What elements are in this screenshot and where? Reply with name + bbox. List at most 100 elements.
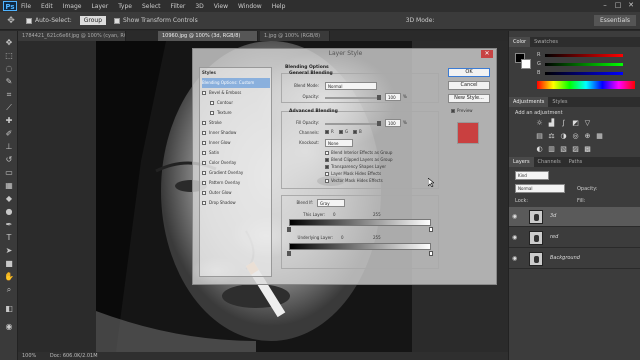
channel-r-checkbox[interactable]: R (325, 129, 334, 134)
brightness-icon[interactable]: ☼ (535, 119, 544, 128)
gradient-map-icon[interactable]: ▩ (583, 145, 592, 154)
style-item-blending-options[interactable]: Blending Options: Custom (202, 78, 270, 88)
exposure-icon[interactable]: ◩ (571, 119, 580, 128)
style-checkbox[interactable] (202, 171, 206, 175)
opacity-input[interactable]: 100 (385, 93, 401, 101)
pen-icon[interactable]: ✒ (3, 219, 15, 230)
checkbox[interactable] (325, 172, 329, 176)
layer-name[interactable]: red (550, 234, 558, 240)
style-item-pattern-overlay[interactable]: Pattern Overlay (202, 178, 270, 188)
checkbox[interactable] (339, 130, 343, 134)
threshold-icon[interactable]: ▧ (559, 145, 568, 154)
checkbox[interactable] (325, 165, 329, 169)
visibility-eye-icon[interactable]: ◉ (512, 234, 520, 242)
visibility-eye-icon[interactable]: ◉ (512, 255, 520, 263)
selective-color-icon[interactable]: ▨ (571, 145, 580, 154)
tab-color[interactable]: Color (509, 37, 531, 47)
dodge-icon[interactable]: ● (3, 206, 15, 217)
color-balance-icon[interactable]: ⚖ (547, 132, 556, 141)
layer-row[interactable]: ◉ 3d (509, 207, 640, 227)
layer-name[interactable]: 3d (550, 213, 556, 219)
checkbox[interactable] (325, 158, 329, 162)
underlying-layer-gradient[interactable] (289, 243, 431, 250)
menu-filter[interactable]: Filter (171, 3, 186, 10)
underlying-black-handle[interactable] (287, 251, 291, 256)
style-item-outer-glow[interactable]: Outer Glow (202, 188, 270, 198)
stamp-icon[interactable]: ⊥ (3, 141, 15, 152)
styles-header[interactable]: Styles (202, 68, 270, 78)
knockout-dropdown[interactable]: None (325, 139, 353, 147)
layer-row[interactable]: ◉ red (509, 228, 640, 248)
vibrance-icon[interactable]: ▽ (583, 119, 592, 128)
opacity-slider-handle[interactable] (377, 95, 381, 100)
auto-select-dropdown[interactable]: Group (79, 16, 107, 25)
fill-opacity-slider-handle[interactable] (377, 121, 381, 126)
preview-checkbox[interactable]: Preview (451, 108, 473, 113)
show-transform-checkbox[interactable] (114, 17, 121, 24)
tab-paths[interactable]: Paths (565, 157, 587, 167)
close-window-icon[interactable]: ✕ (626, 1, 636, 10)
menu-window[interactable]: Window (238, 3, 262, 10)
opacity-slider[interactable] (325, 97, 381, 99)
style-checkbox[interactable] (202, 161, 206, 165)
minimize-icon[interactable]: – (600, 1, 610, 10)
style-checkbox[interactable] (210, 101, 214, 105)
transparency-shapes-checkbox[interactable]: Transparency Shapes Layer (325, 164, 386, 169)
layer-name[interactable]: Background (550, 255, 580, 261)
style-checkbox[interactable] (202, 151, 206, 155)
ok-button[interactable]: OK (448, 68, 490, 77)
menu-view[interactable]: View (214, 3, 228, 10)
underlying-white-handle[interactable] (429, 251, 433, 256)
style-item-contour[interactable]: Contour (202, 98, 270, 108)
checkbox[interactable] (325, 151, 329, 155)
style-item-inner-shadow[interactable]: Inner Shadow (202, 128, 270, 138)
cancel-button[interactable]: Cancel (448, 81, 490, 90)
style-checkbox[interactable] (202, 131, 206, 135)
this-layer-black-handle[interactable] (287, 227, 291, 232)
checkbox[interactable] (325, 179, 329, 183)
tab-adjustments[interactable]: Adjustments (509, 97, 549, 107)
marquee-icon[interactable]: ⬚ (3, 50, 15, 61)
gradient-icon[interactable]: ▦ (3, 180, 15, 191)
style-item-inner-glow[interactable]: Inner Glow (202, 138, 270, 148)
foreground-background-icon[interactable]: ◧ (3, 303, 15, 314)
invert-icon[interactable]: ◐ (535, 145, 544, 154)
style-item-stroke[interactable]: Stroke (202, 118, 270, 128)
tab-swatches[interactable]: Swatches (530, 37, 562, 47)
quick-select-icon[interactable]: ✎ (3, 76, 15, 87)
this-layer-gradient[interactable] (289, 219, 431, 226)
quick-mask-icon[interactable]: ◉ (3, 321, 15, 332)
channel-b-checkbox[interactable]: B (353, 129, 362, 134)
style-item-bevel-emboss[interactable]: Bevel & Emboss (202, 88, 270, 98)
maximize-icon[interactable]: □ (613, 1, 623, 10)
tab-channels[interactable]: Channels (534, 157, 565, 167)
crop-icon[interactable]: ⌗ (3, 89, 15, 100)
path-select-icon[interactable]: ➤ (3, 245, 15, 256)
type-icon[interactable]: T (3, 232, 15, 243)
hue-saturation-icon[interactable]: ▤ (535, 132, 544, 141)
style-checkbox[interactable] (210, 111, 214, 115)
history-brush-icon[interactable]: ↺ (3, 154, 15, 165)
hand-icon[interactable]: ✋ (3, 271, 15, 282)
style-checkbox[interactable] (202, 191, 206, 195)
auto-select-checkbox[interactable] (26, 17, 32, 24)
healing-icon[interactable]: ✚ (3, 115, 15, 126)
channel-g-checkbox[interactable]: G (339, 129, 348, 134)
blend-interior-checkbox[interactable]: Blend Interior Effects as Group (325, 150, 392, 155)
style-checkbox[interactable] (202, 201, 206, 205)
zoom-icon[interactable]: ⌕ (3, 284, 15, 295)
fill-opacity-slider[interactable] (325, 123, 381, 125)
curves-icon[interactable]: ∫ (559, 119, 568, 128)
menu-3d[interactable]: 3D (195, 3, 203, 10)
this-layer-white-handle[interactable] (429, 227, 433, 232)
style-item-drop-shadow[interactable]: Drop Shadow (202, 198, 270, 208)
black-white-icon[interactable]: ◑ (559, 132, 568, 141)
tab-layers[interactable]: Layers (509, 157, 534, 167)
tab-document-1[interactable]: 1784421_621c6e6f.jpg @ 100% (cyan, RGB/8… (18, 31, 126, 41)
channel-mixer-icon[interactable]: ⊕ (583, 132, 592, 141)
eyedropper-icon[interactable]: ⟋ (3, 102, 15, 113)
levels-icon[interactable]: ▟ (547, 119, 556, 128)
menu-image[interactable]: Image (63, 3, 82, 10)
photo-filter-icon[interactable]: ◎ (571, 132, 580, 141)
checkbox[interactable] (353, 130, 357, 134)
